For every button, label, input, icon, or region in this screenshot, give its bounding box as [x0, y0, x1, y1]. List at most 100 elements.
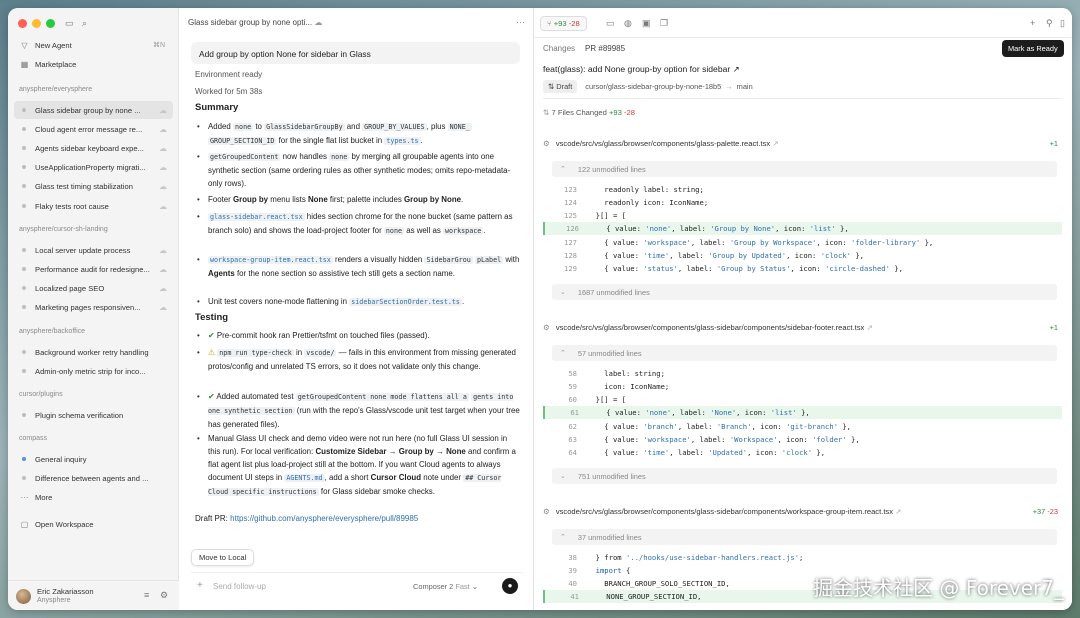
summary-item: • Footer Group by menu lists None first; …: [197, 195, 464, 204]
plus-icon[interactable]: +: [197, 580, 203, 591]
status-dot: [22, 127, 26, 131]
sidebar-item-agent[interactable]: Cloud agent error message re... ☁: [14, 120, 173, 138]
open-workspace-button[interactable]: ▢ Open Workspace: [14, 515, 173, 533]
code-line: 62 { value: 'branch', label: 'Branch', i…: [568, 422, 852, 431]
zoom-window-button[interactable]: [46, 19, 55, 28]
arrow-right-icon: →: [725, 82, 733, 91]
close-window-button[interactable]: [18, 19, 27, 28]
sidebar-item-agent[interactable]: Flaky tests root cause ☁: [14, 197, 173, 215]
diff-stat-pill[interactable]: ⑂ +93 -28: [540, 16, 587, 31]
cloud-icon: ☁: [159, 264, 167, 274]
monitor-icon[interactable]: ▭: [606, 18, 615, 29]
draft-pr-link[interactable]: https://github.com/anysphere/everysphere…: [230, 514, 418, 523]
file-header[interactable]: ⚙ vscode/src/vs/glass/browser/components/…: [543, 502, 1062, 520]
tab-changes[interactable]: Changes: [543, 44, 575, 53]
expand-lines-button[interactable]: ⌃ 37 unmodified lines: [552, 529, 1057, 545]
sidebar-item-agent[interactable]: Performance audit for redesigne... ☁: [14, 260, 173, 278]
more-button[interactable]: ··· More: [14, 488, 173, 506]
changes-toolbar: ⑂ +93 -28 ▭ ◍ ▣ ❐ + ⚲ ▯: [534, 8, 1072, 38]
sidebar-item-agent[interactable]: Marketing pages responsiven... ☁: [14, 298, 173, 316]
folder-icon: ▢: [20, 519, 29, 529]
sidebar-item-agent[interactable]: Admin-only metric strip for inco...: [14, 362, 173, 380]
followup-input[interactable]: + Send follow-up Composer 2 Fast ⌄ ●: [191, 572, 522, 600]
status-dot: [22, 457, 26, 461]
copy-icon[interactable]: ❐: [660, 18, 668, 29]
sidebar-item-agent[interactable]: Plugin schema verification: [14, 406, 173, 424]
cloud-icon: ☁: [159, 143, 167, 153]
minimize-window-button[interactable]: [32, 19, 41, 28]
more-options-icon[interactable]: ···: [516, 17, 525, 27]
code-line: 59 icon: IconName;: [568, 382, 670, 391]
code-line-added: 126 { value: 'none', label: 'Group by No…: [543, 222, 1062, 235]
group-label: anysphere/backoffice: [19, 328, 86, 335]
mark-as-ready-tooltip[interactable]: Mark as Ready: [1002, 40, 1064, 57]
expand-lines-button[interactable]: ⌄ 1687 unmodified lines: [552, 284, 1057, 300]
chevron-up-icon: ⌃: [560, 166, 566, 173]
image-icon[interactable]: ▣: [642, 18, 651, 29]
sidebar-item-agent[interactable]: Background worker retry handling: [14, 343, 173, 361]
sidebar-item-agent[interactable]: Localized page SEO ☁: [14, 279, 173, 297]
group-label: cursor/plugins: [19, 391, 63, 398]
code-line: 38 } from '../hooks/use-sidebar-handlers…: [568, 553, 804, 562]
cloud-icon: ☁: [159, 162, 167, 172]
cloud-icon: ☁: [159, 245, 167, 255]
filter-icon[interactable]: ≡: [144, 590, 149, 600]
testing-item: • ✔ Pre-commit hook ran Prettier/tsfmt on…: [197, 331, 430, 340]
toggle-sidebar-icon[interactable]: ▭: [65, 18, 74, 29]
status-dot: [22, 165, 26, 169]
draft-pr-line: Draft PR: https://github.com/anysphere/e…: [195, 514, 419, 523]
chevron-up-icon: ⌃: [560, 534, 566, 541]
code-line: 129 { value: 'status', label: 'Group by …: [564, 264, 903, 273]
user-panel[interactable]: Eric Zakariasson Anysphere ≡ ⚙: [8, 580, 179, 610]
app-window: ▭ ⌕ ▽ New Agent ⌘N ▦ Marketplace anysphe…: [8, 8, 1072, 610]
sidebar-item-agent[interactable]: Difference between agents and ...: [14, 469, 173, 487]
expand-lines-button[interactable]: ⌃ 122 unmodified lines: [552, 161, 1057, 177]
pin-icon[interactable]: ⚲: [1046, 18, 1053, 29]
sidebar-item-agent[interactable]: UseApplicationProperty migrati... ☁: [14, 158, 173, 176]
add-icon[interactable]: +: [1030, 18, 1035, 28]
code-line: 128 { value: 'time', label: 'Group by Up…: [564, 251, 864, 260]
files-changed: ⇅ 7 Files Changed +93 -28: [543, 108, 635, 117]
marketplace-button[interactable]: ▦ Marketplace: [14, 55, 173, 73]
expand-lines-button[interactable]: ⌄ 751 unmodified lines: [552, 468, 1057, 484]
code-line: 127 { value: 'workspace', label: 'Group …: [564, 238, 934, 247]
sidebar-item-agent[interactable]: Glass test timing stabilization ☁: [14, 177, 173, 195]
user-org: Anysphere: [37, 597, 71, 604]
search-icon[interactable]: ⌕: [82, 18, 87, 29]
file-header[interactable]: ⚙ vscode/src/vs/glass/browser/components/…: [543, 318, 1062, 336]
status-dot: [22, 248, 26, 252]
file-icon: ⚙: [543, 322, 550, 332]
status-dot: [22, 350, 26, 354]
changes-tabs: Changes PR #89985: [543, 44, 635, 53]
cloud-icon: ☁: [159, 181, 167, 191]
panel-icon[interactable]: ▯: [1060, 18, 1065, 29]
gear-icon[interactable]: ⚙: [160, 590, 168, 601]
watermark: 掘金技术社区 @ Forever7_: [813, 576, 1064, 600]
cloud-icon: ☁: [159, 124, 167, 134]
sidebar-item-agent[interactable]: Glass sidebar group by none ... ☁: [14, 101, 173, 119]
sidebar: ▭ ⌕ ▽ New Agent ⌘N ▦ Marketplace anysphe…: [8, 8, 179, 610]
new-agent-button[interactable]: ▽ New Agent ⌘N: [14, 36, 173, 54]
pr-meta: ⇅ Draft cursor/glass-sidebar-group-by-no…: [543, 80, 753, 93]
open-external-icon: ↗: [866, 322, 873, 332]
branch-icon: ⑂: [547, 19, 552, 28]
globe-icon[interactable]: ◍: [624, 18, 632, 29]
sidebar-item-agent[interactable]: Agents sidebar keyboard expe... ☁: [14, 139, 173, 157]
status-dot: [22, 305, 26, 309]
expand-lines-button[interactable]: ⌃ 57 unmodified lines: [552, 345, 1057, 361]
file-header[interactable]: ⚙ vscode/src/vs/glass/browser/components/…: [543, 134, 1062, 152]
microphone-icon[interactable]: ●: [502, 578, 518, 594]
branch-name: cursor/glass-sidebar-group-by-none-18b5: [585, 82, 722, 91]
group-label: anysphere/everysphere: [19, 86, 93, 93]
code-line: 60 }[] = [: [568, 395, 626, 404]
move-to-local-button[interactable]: Move to Local: [191, 549, 255, 566]
status-dot: [22, 184, 26, 188]
sidebar-item-agent[interactable]: Local server update process ☁: [14, 241, 173, 259]
sidebar-item-agent[interactable]: General inquiry: [14, 450, 173, 468]
marketplace-icon: ▦: [20, 59, 29, 69]
status-dot: [22, 204, 26, 208]
code-line: 64 { value: 'time', label: 'Updated', ic…: [568, 448, 826, 457]
tab-pr[interactable]: PR #89985: [585, 44, 625, 53]
model-select[interactable]: Composer 2 Fast ⌄: [413, 582, 478, 591]
pr-title[interactable]: feat(glass): add None group-by option fo…: [543, 64, 740, 75]
